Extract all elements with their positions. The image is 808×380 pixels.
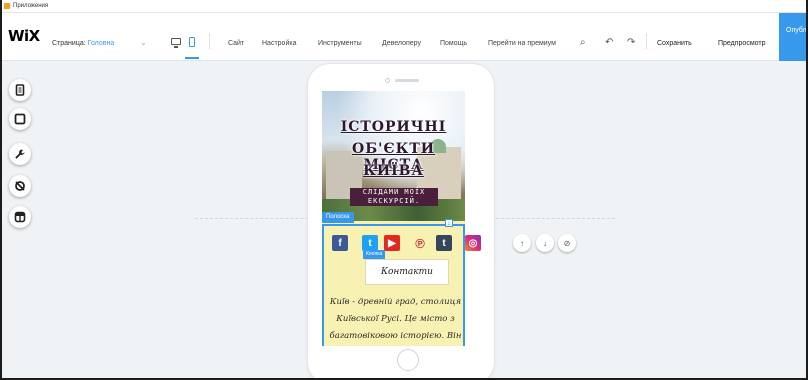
window-frame [0, 0, 808, 380]
